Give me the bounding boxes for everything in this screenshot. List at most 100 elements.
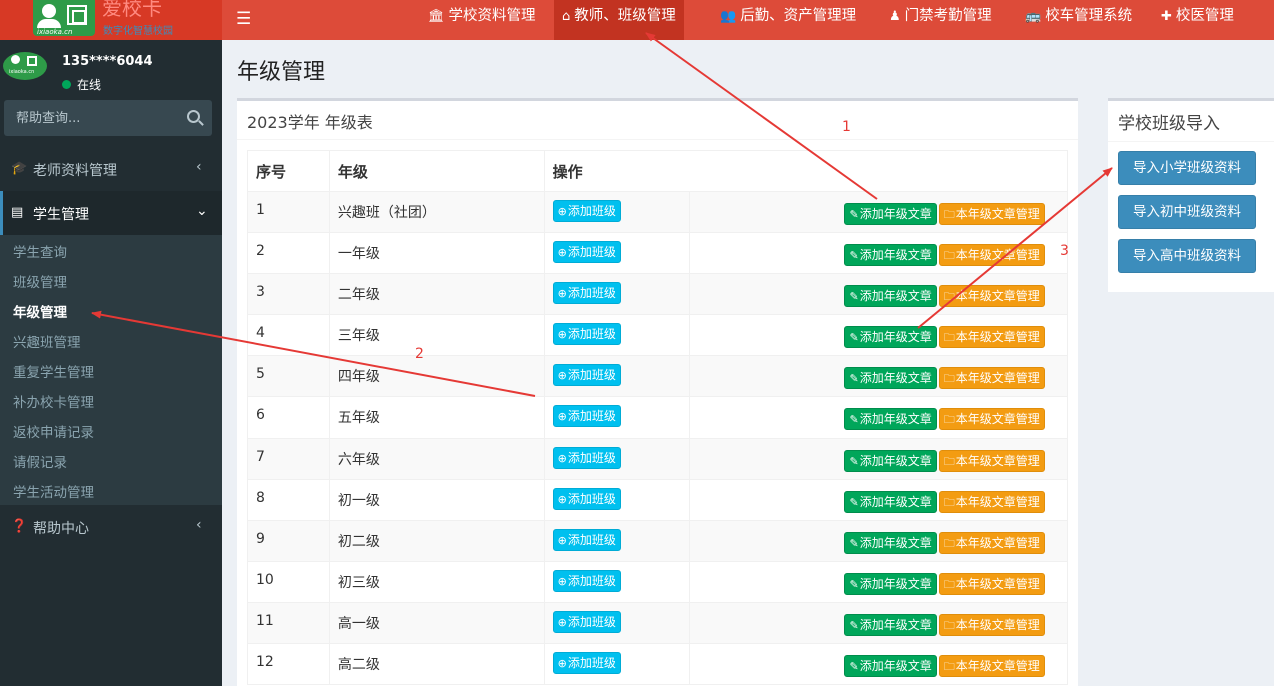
folder-icon: 🗀 bbox=[943, 536, 955, 550]
sidebar-item-teacher-info[interactable]: 🎓 老师资料管理 ‹ bbox=[0, 147, 222, 191]
nav-school-bus[interactable]: 🚌 校车管理系统 bbox=[1017, 0, 1140, 40]
row-article-cell: ✎添加年级文章 🗀本年级文章管理 bbox=[689, 355, 1068, 398]
sidebar-toggle-icon[interactable]: ☰ bbox=[236, 9, 251, 29]
manage-grade-articles-button[interactable]: 🗀本年级文章管理 bbox=[938, 367, 1045, 390]
nav-school-clinic[interactable]: ✚ 校医管理 bbox=[1153, 0, 1242, 40]
add-grade-article-label: 添加年级文章 bbox=[859, 412, 932, 427]
manage-grade-articles-button[interactable]: 🗀本年级文章管理 bbox=[938, 490, 1045, 513]
add-grade-article-button[interactable]: ✎添加年级文章 bbox=[844, 408, 937, 431]
nav-label: 后勤、资产管理理 bbox=[740, 8, 857, 24]
import-middle-classes-button[interactable]: 导入初中班级资料 bbox=[1118, 195, 1256, 229]
add-grade-article-button[interactable]: ✎添加年级文章 bbox=[844, 613, 937, 636]
person-icon: ♟ bbox=[889, 9, 901, 24]
grade-table-title: 2023学年 年级表 bbox=[247, 113, 373, 132]
row-article-cell: ✎添加年级文章 🗀本年级文章管理 bbox=[689, 519, 1068, 562]
add-class-button[interactable]: ⊕添加班级 bbox=[552, 610, 621, 633]
sidebar-item-label: 老师资料管理 bbox=[33, 163, 117, 179]
add-grade-article-button[interactable]: ✎添加年级文章 bbox=[844, 203, 937, 225]
search-icon[interactable] bbox=[187, 110, 200, 123]
submenu-student-activities[interactable]: 学生活动管理 bbox=[13, 481, 94, 501]
nav-logistics-assets[interactable]: 👥 后勤、资产管理理 bbox=[712, 0, 864, 40]
add-grade-article-button[interactable]: ✎添加年级文章 bbox=[844, 490, 937, 513]
add-class-button[interactable]: ⊕添加班级 bbox=[552, 446, 621, 469]
add-class-label: 添加班级 bbox=[567, 286, 616, 301]
row-article-cell: ✎添加年级文章 🗀本年级文章管理 bbox=[689, 437, 1068, 480]
row-grade: 一年级 bbox=[328, 232, 545, 275]
submenu-grade-management[interactable]: 年级管理 bbox=[13, 301, 67, 321]
manage-grade-articles-button[interactable]: 🗀本年级文章管理 bbox=[938, 203, 1045, 225]
home-icon: ⌂ bbox=[562, 9, 571, 24]
add-grade-article-button[interactable]: ✎添加年级文章 bbox=[844, 244, 937, 267]
logo[interactable]: ixiaoka.cn 爱校卡 数字化智慧校园 bbox=[0, 0, 222, 40]
sidebar-item-student-management[interactable]: ▤ 学生管理 ⌄ bbox=[0, 191, 222, 235]
submenu-duplicate-students[interactable]: 重复学生管理 bbox=[13, 361, 94, 381]
sidebar-item-help-center[interactable]: ❓ 帮助中心 ‹ bbox=[0, 505, 222, 549]
add-class-button[interactable]: ⊕添加班级 bbox=[552, 282, 621, 305]
row-add-class-cell: ⊕添加班级 bbox=[543, 396, 691, 439]
manage-grade-articles-button[interactable]: 🗀本年级文章管理 bbox=[938, 285, 1045, 308]
row-article-cell: ✎添加年级文章 🗀本年级文章管理 bbox=[689, 190, 1068, 234]
folder-icon: 🗀 bbox=[943, 208, 955, 221]
row-grade: 五年级 bbox=[328, 396, 545, 439]
add-class-button[interactable]: ⊕添加班级 bbox=[552, 487, 621, 510]
article-button-group: ✎添加年级文章 🗀本年级文章管理 bbox=[844, 244, 1046, 267]
online-status-icon bbox=[62, 80, 71, 89]
add-grade-article-button[interactable]: ✎添加年级文章 bbox=[844, 449, 937, 472]
manage-grade-articles-button[interactable]: 🗀本年级文章管理 bbox=[938, 572, 1045, 595]
manage-grade-articles-button[interactable]: 🗀本年级文章管理 bbox=[938, 613, 1045, 636]
submenu-card-reissue[interactable]: 补办校卡管理 bbox=[13, 391, 94, 411]
add-grade-article-button[interactable]: ✎添加年级文章 bbox=[844, 367, 937, 390]
add-class-label: 添加班级 bbox=[567, 614, 616, 629]
table-header-row: 序号 年级 操作 bbox=[247, 150, 1069, 192]
article-button-group: ✎添加年级文章 🗀本年级文章管理 bbox=[844, 490, 1046, 513]
add-class-button[interactable]: ⊕添加班级 bbox=[552, 200, 621, 222]
folder-icon: 🗀 bbox=[943, 331, 955, 345]
row-add-class-cell: ⊕添加班级 bbox=[543, 519, 691, 562]
add-grade-article-button[interactable]: ✎添加年级文章 bbox=[844, 285, 937, 308]
manage-grade-articles-button[interactable]: 🗀本年级文章管理 bbox=[938, 531, 1045, 554]
row-grade: 六年级 bbox=[328, 437, 545, 480]
manage-grade-articles-label: 本年级文章管理 bbox=[955, 289, 1040, 304]
row-grade: 三年级 bbox=[328, 314, 545, 357]
add-class-button[interactable]: ⊕添加班级 bbox=[552, 405, 621, 428]
submenu-student-query[interactable]: 学生查询 bbox=[13, 241, 67, 261]
nav-access-attendance[interactable]: ♟ 门禁考勤管理 bbox=[881, 0, 1000, 40]
add-grade-article-button[interactable]: ✎添加年级文章 bbox=[844, 326, 937, 349]
manage-grade-articles-button[interactable]: 🗀本年级文章管理 bbox=[938, 408, 1045, 431]
search-input[interactable] bbox=[4, 100, 174, 136]
import-high-classes-button[interactable]: 导入高中班级资料 bbox=[1118, 239, 1256, 273]
add-class-button[interactable]: ⊕添加班级 bbox=[552, 652, 621, 675]
student-submenu: 学生查询 班级管理 年级管理 兴趣班管理 重复学生管理 补办校卡管理 返校申请记… bbox=[0, 235, 222, 505]
manage-grade-articles-label: 本年级文章管理 bbox=[955, 659, 1040, 674]
edit-icon: ✎ bbox=[849, 372, 859, 386]
nav-teacher-class[interactable]: ⌂ 教师、班级管理 bbox=[554, 0, 684, 40]
add-grade-article-button[interactable]: ✎添加年级文章 bbox=[844, 531, 937, 554]
nav-school-info[interactable]: 🏛 学校资料管理 bbox=[420, 0, 544, 40]
add-class-button[interactable]: ⊕添加班级 bbox=[552, 528, 621, 551]
manage-grade-articles-button[interactable]: 🗀本年级文章管理 bbox=[938, 326, 1045, 349]
manage-grade-articles-button[interactable]: 🗀本年级文章管理 bbox=[938, 655, 1045, 678]
add-class-label: 添加班级 bbox=[567, 327, 616, 342]
import-primary-classes-button[interactable]: 导入小学班级资料 bbox=[1118, 151, 1256, 185]
submenu-leave-records[interactable]: 请假记录 bbox=[13, 451, 67, 471]
logo-badge: ixiaoka.cn bbox=[33, 0, 95, 36]
plus-circle-icon: ⊕ bbox=[557, 246, 567, 260]
add-grade-article-button[interactable]: ✎添加年级文章 bbox=[844, 572, 937, 595]
submenu-return-requests[interactable]: 返校申请记录 bbox=[13, 421, 94, 441]
add-class-button[interactable]: ⊕添加班级 bbox=[552, 569, 621, 592]
row-grade: 高一级 bbox=[328, 601, 545, 645]
plus-icon: ✚ bbox=[1161, 9, 1172, 24]
manage-grade-articles-button[interactable]: 🗀本年级文章管理 bbox=[938, 244, 1045, 267]
manage-grade-articles-button[interactable]: 🗀本年级文章管理 bbox=[938, 449, 1045, 472]
add-class-button[interactable]: ⊕添加班级 bbox=[552, 241, 621, 264]
grade-table-box: 2023学年 年级表 序号 年级 操作 1 兴趣班（社团） ⊕添加班级 ✎添加年级文章… bbox=[237, 98, 1078, 686]
add-class-button[interactable]: ⊕添加班级 bbox=[552, 364, 621, 387]
id-card-icon: ▤ bbox=[11, 205, 24, 220]
sidebar-item-label: 学生管理 bbox=[33, 207, 89, 223]
avatar-qr-icon bbox=[27, 56, 37, 66]
submenu-class-management[interactable]: 班级管理 bbox=[13, 271, 67, 291]
add-class-button[interactable]: ⊕添加班级 bbox=[552, 323, 621, 346]
row-add-class-cell: ⊕添加班级 bbox=[543, 478, 691, 521]
add-grade-article-button[interactable]: ✎添加年级文章 bbox=[844, 655, 937, 678]
submenu-interest-class[interactable]: 兴趣班管理 bbox=[13, 331, 81, 351]
